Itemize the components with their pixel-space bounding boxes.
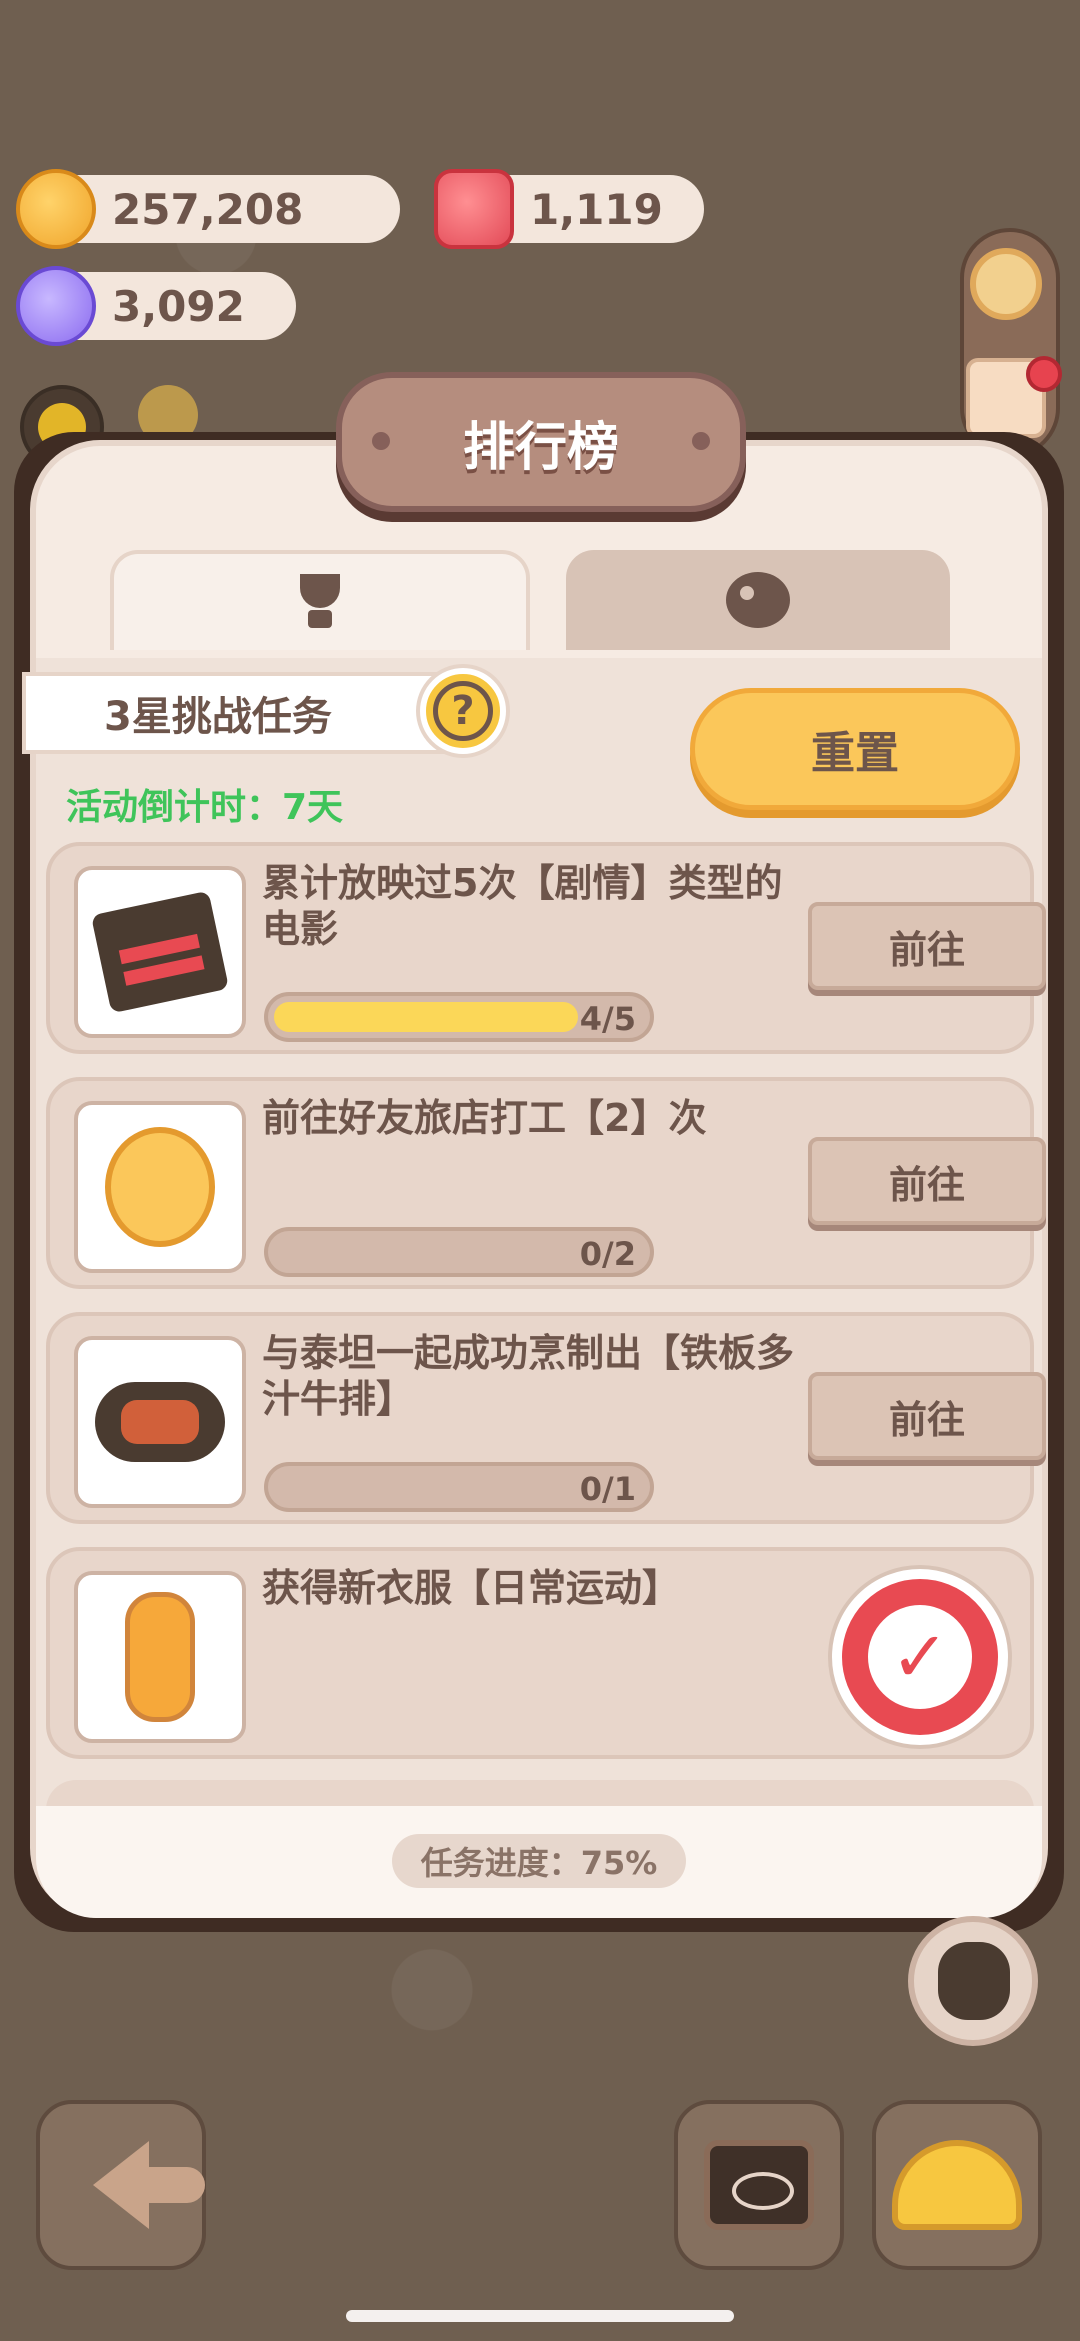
gem-icon	[434, 169, 514, 249]
task-progress-label: 0/2	[579, 1235, 636, 1273]
outfit-icon	[125, 1592, 195, 1722]
tab-global[interactable]	[566, 550, 950, 650]
steak-icon	[95, 1382, 225, 1462]
task-progress-bar: 0/1	[264, 1462, 654, 1512]
completed-stamp-icon: ✓	[832, 1569, 1008, 1745]
cookie-icon	[16, 169, 96, 249]
panel-title: 排行榜	[462, 417, 619, 478]
task-thumbnail	[74, 1101, 246, 1273]
cookie-count: 257,208	[112, 184, 304, 234]
gem-count: 1,119	[530, 184, 663, 234]
back-arrow-icon	[93, 2141, 205, 2229]
task-progress-label: 4/5	[579, 1000, 636, 1038]
task-progress-fill	[274, 1002, 578, 1032]
helmet-icon	[892, 2140, 1022, 2230]
candy-count: 3,092	[112, 281, 245, 331]
countdown-text: 活动倒计时：7天	[66, 787, 344, 828]
task-thumbnail	[74, 1571, 246, 1743]
go-button[interactable]: 前往	[808, 1372, 1046, 1460]
task-card: 前往好友旅店打工【2】次 0/2 前往	[46, 1077, 1046, 1289]
panel-title-plate: 排行榜	[336, 372, 746, 512]
clapperboard-icon	[90, 890, 230, 1014]
bakery-button[interactable]	[674, 2100, 844, 2270]
check-icon: ✓	[868, 1605, 972, 1709]
task-description: 累计放映过5次【剧情】类型的电影	[262, 861, 783, 951]
bread-board-icon	[704, 2140, 814, 2230]
trophy-icon	[290, 572, 350, 632]
task-thumbnail	[74, 866, 246, 1038]
cookie-currency: 257,208	[16, 169, 400, 249]
go-button[interactable]: 前往	[808, 902, 1046, 990]
globe-icon	[726, 572, 790, 628]
task-description: 前往好友旅店打工【2】次	[262, 1096, 707, 1140]
tab-trophy[interactable]	[110, 550, 530, 650]
npc-avatar-icon[interactable]	[908, 1916, 1038, 2046]
task-card: 获得新衣服【日常运动】 ✓	[46, 1547, 1034, 1759]
helmet-button[interactable]	[872, 2100, 1042, 2270]
task-progress-total: 任务进度：75%	[392, 1834, 686, 1888]
task-progress-bar: 0/2	[264, 1227, 654, 1277]
reset-button[interactable]: 重置	[690, 688, 1020, 810]
candy-icon	[16, 266, 96, 346]
task-card: 累计放映过5次【剧情】类型的电影 4/5 前往	[46, 842, 1046, 1054]
worker-girl-icon	[105, 1127, 215, 1247]
question-icon: ?	[433, 681, 493, 741]
task-description: 获得新衣服【日常运动】	[262, 1566, 681, 1610]
home-indicator[interactable]	[346, 2310, 734, 2322]
task-card: 与泰坦一起成功烹制出【铁板多汁牛排】 0/1 前往	[46, 1312, 1046, 1524]
challenge-title: 3星挑战任务	[104, 694, 332, 740]
help-button[interactable]: ?	[420, 668, 506, 754]
candy-currency: 3,092	[16, 266, 296, 346]
task-progress-bar: 4/5	[264, 992, 654, 1042]
go-button[interactable]: 前往	[808, 1137, 1046, 1225]
task-thumbnail	[74, 1336, 246, 1508]
task-progress-label: 0/1	[579, 1470, 636, 1508]
gem-currency: 1,119	[434, 169, 704, 249]
back-button[interactable]	[36, 2100, 206, 2270]
task-description: 与泰坦一起成功烹制出【铁板多汁牛排】	[262, 1331, 795, 1421]
settings-gear-icon[interactable]	[970, 248, 1042, 320]
notification-dot-icon	[1026, 356, 1062, 392]
